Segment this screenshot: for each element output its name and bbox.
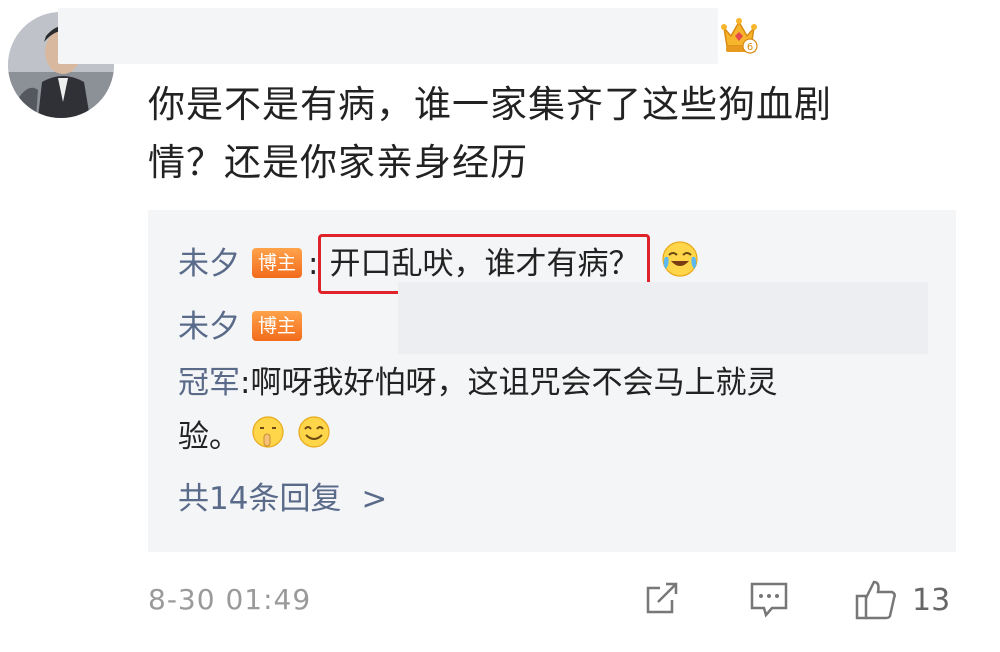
reply-item-2: 未夕 博主 [178,304,308,350]
reply-username[interactable]: 未夕 [178,246,240,282]
reply-text-line-2: 验。 [178,419,240,455]
blogger-badge: 博主 [252,247,302,278]
view-more-replies-link[interactable]: 共14条回复 > [178,476,387,522]
chevron-right-icon: > [361,481,388,517]
svg-text:6: 6 [747,42,753,53]
blogger-badge: 博主 [252,310,302,341]
crown-icon: 6 [718,14,760,60]
smile-emoji [296,414,332,463]
reply-panel: 未夕 博主: 开口乱吠，谁才有病？ 未夕 博主 冠军:啊呀我好怕呀，这诅咒会不会马上就… [148,210,956,552]
comment-text-line-2: 情？还是你家亲身经历 [148,141,528,184]
more-replies-label: 共14条回复 [178,481,342,517]
like-count: 13 [912,583,951,618]
share-icon[interactable] [642,578,682,622]
shush-emoji [250,414,286,463]
comment-text-line-1: 你是不是有病，谁一家集齐了这些狗血剧 [148,83,832,126]
reply-item-3-cont: 验。 [178,414,332,463]
reply-username[interactable]: 未夕 [178,309,240,345]
post-timestamp: 8-30 01:49 [148,583,312,616]
comment-text: 你是不是有病，谁一家集齐了这些狗血剧 情？还是你家亲身经历 [148,76,938,192]
blurred-reply-content [398,282,928,354]
reply-item-3: 冠军:啊呀我好怕呀，这诅咒会不会马上就灵 [178,360,777,406]
reply-text: 开口乱吠，谁才有病？ [329,246,640,282]
comment-icon[interactable] [748,578,790,624]
like-icon[interactable] [854,578,900,626]
username-blur [58,8,718,64]
reply-text-line-1: 啊呀我好怕呀，这诅咒会不会马上就灵 [250,365,778,401]
reply-username[interactable]: 冠军 [178,365,240,401]
reply-colon: : [240,365,251,401]
reply-colon: : [308,246,319,282]
